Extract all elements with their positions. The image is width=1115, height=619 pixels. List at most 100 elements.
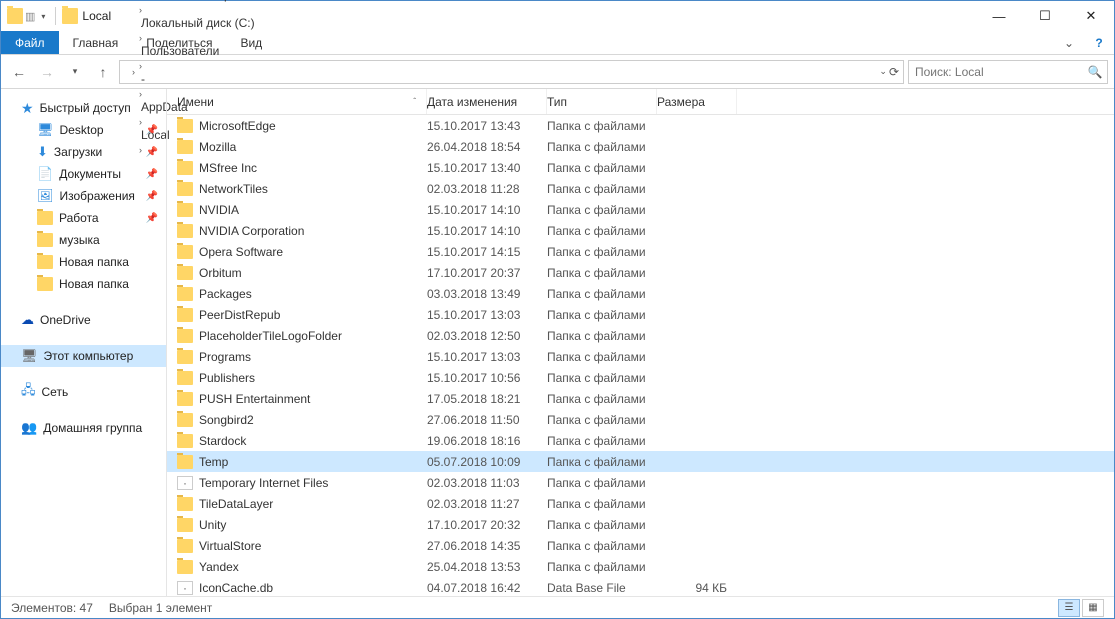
file-icon: ·: [177, 476, 193, 490]
breadcrumb-item[interactable]: -: [137, 72, 259, 86]
table-row[interactable]: Yandex25.04.2018 13:53Папка с файлами: [167, 556, 1114, 577]
breadcrumb-item[interactable]: Этот компьютер: [137, 0, 259, 2]
table-row[interactable]: ·Temporary Internet Files02.03.2018 11:0…: [167, 472, 1114, 493]
nav-up-button[interactable]: ↑: [91, 60, 115, 84]
minimize-button[interactable]: —: [976, 1, 1022, 31]
view-icons-button[interactable]: ▦: [1082, 599, 1104, 617]
sidebar-item[interactable]: 🖼Изображения📌: [1, 185, 166, 207]
rows-container: MicrosoftEdge15.10.2017 13:43Папка с фай…: [167, 115, 1114, 596]
sidebar-item[interactable]: Работа📌: [1, 207, 166, 229]
sidebar-quick-access[interactable]: ★ Быстрый доступ: [1, 97, 166, 119]
table-row[interactable]: ·IconCache.db04.07.2018 16:42Data Base F…: [167, 577, 1114, 596]
search-input[interactable]: [909, 65, 1083, 79]
sidebar-item[interactable]: 🖥Desktop📌: [1, 119, 166, 141]
pin-icon: 📌: [146, 191, 158, 202]
chevron-right-icon[interactable]: ›: [130, 67, 137, 77]
col-type-header[interactable]: Тип: [547, 89, 657, 114]
table-row[interactable]: MSfree Inc15.10.2017 13:40Папка с файлам…: [167, 157, 1114, 178]
table-row[interactable]: VirtualStore27.06.2018 14:35Папка с файл…: [167, 535, 1114, 556]
nav-forward-button[interactable]: →: [35, 60, 59, 84]
folder-icon: [37, 255, 53, 269]
col-name-header[interactable]: Имени ˆ: [167, 89, 427, 114]
table-row[interactable]: Publishers15.10.2017 10:56Папка с файлам…: [167, 367, 1114, 388]
pin-icon: 📌: [146, 169, 158, 180]
table-row[interactable]: Unity17.10.2017 20:32Папка с файлами: [167, 514, 1114, 535]
table-row[interactable]: Packages03.03.2018 13:49Папка с файлами: [167, 283, 1114, 304]
col-date-header[interactable]: Дата изменения: [427, 89, 547, 114]
file-type: Папка с файлами: [547, 140, 657, 154]
file-name: Unity: [199, 518, 226, 532]
star-icon: ★: [21, 100, 34, 117]
search-icon[interactable]: 🔍: [1083, 65, 1107, 79]
file-name: NetworkTiles: [199, 182, 268, 196]
table-row[interactable]: TileDataLayer02.03.2018 11:27Папка с фай…: [167, 493, 1114, 514]
folder-icon: [177, 329, 193, 343]
folder-icon: [177, 518, 193, 532]
titlebar-divider: [55, 7, 56, 25]
file-date: 25.04.2018 13:53: [427, 560, 547, 574]
table-row[interactable]: NetworkTiles02.03.2018 11:28Папка с файл…: [167, 178, 1114, 199]
chevron-right-icon[interactable]: ›: [137, 61, 144, 71]
col-size-header[interactable]: Размера: [657, 89, 737, 114]
sidebar-item[interactable]: Новая папка: [1, 251, 166, 273]
file-name: PUSH Entertainment: [199, 392, 310, 406]
file-date: 15.10.2017 13:40: [427, 161, 547, 175]
file-name: Mozilla: [199, 140, 236, 154]
address-bar[interactable]: › Этот компьютер›Локальный диск (C:)›Пол…: [119, 60, 904, 84]
view-details-button[interactable]: ☰: [1058, 599, 1080, 617]
table-row[interactable]: NVIDIA15.10.2017 14:10Папка с файлами: [167, 199, 1114, 220]
folder-icon: [177, 371, 193, 385]
chevron-right-icon[interactable]: ›: [137, 33, 144, 43]
nav-back-button[interactable]: ←: [7, 60, 31, 84]
table-row[interactable]: PeerDistRepub15.10.2017 13:03Папка с фай…: [167, 304, 1114, 325]
table-row[interactable]: Temp05.07.2018 10:09Папка с файлами: [167, 451, 1114, 472]
table-row[interactable]: Mozilla26.04.2018 18:54Папка с файлами: [167, 136, 1114, 157]
crumb-icon[interactable]: [122, 61, 130, 83]
close-button[interactable]: ✕: [1068, 1, 1114, 31]
ribbon-toggle-icon[interactable]: ⌄: [1054, 31, 1084, 54]
sidebar-this-pc[interactable]: 🖥 Этот компьютер: [1, 345, 166, 367]
file-name: IconCache.db: [199, 581, 273, 595]
table-row[interactable]: Stardock19.06.2018 18:16Папка с файлами: [167, 430, 1114, 451]
table-row[interactable]: Orbitum17.10.2017 20:37Папка с файлами: [167, 262, 1114, 283]
help-icon[interactable]: ?: [1084, 31, 1114, 54]
table-row[interactable]: Opera Software15.10.2017 14:15Папка с фа…: [167, 241, 1114, 262]
pin-icon: 📌: [146, 125, 158, 136]
chevron-right-icon[interactable]: ›: [137, 5, 144, 15]
sidebar-item[interactable]: ⬇Загрузки📌: [1, 141, 166, 163]
tab-file[interactable]: Файл: [1, 31, 59, 54]
nav-recent-button[interactable]: ▾: [63, 60, 87, 84]
addr-dropdown-icon[interactable]: ⌄: [879, 66, 887, 77]
folder-icon: [177, 119, 193, 133]
file-size: 94 КБ: [657, 581, 737, 595]
sidebar-item[interactable]: музыка: [1, 229, 166, 251]
breadcrumb-item[interactable]: Пользователи: [137, 44, 259, 58]
sidebar-item[interactable]: 📄Документы📌: [1, 163, 166, 185]
sidebar-item-label: Desktop: [60, 123, 104, 137]
table-row[interactable]: MicrosoftEdge15.10.2017 13:43Папка с фай…: [167, 115, 1114, 136]
file-name: VirtualStore: [199, 539, 261, 553]
qat-dropdown-icon[interactable]: ▾: [41, 12, 45, 21]
qat-item-icon[interactable]: ▥: [25, 10, 35, 23]
file-date: 04.07.2018 16:42: [427, 581, 547, 595]
table-row[interactable]: Songbird227.06.2018 11:50Папка с файлами: [167, 409, 1114, 430]
search-box[interactable]: 🔍: [908, 60, 1108, 84]
breadcrumb-item[interactable]: Локальный диск (C:): [137, 16, 259, 30]
status-bar: Элементов: 47 Выбран 1 элемент ☰ ▦: [1, 596, 1114, 618]
file-date: 03.03.2018 13:49: [427, 287, 547, 301]
folder-icon: [177, 182, 193, 196]
table-row[interactable]: PUSH Entertainment17.05.2018 18:21Папка …: [167, 388, 1114, 409]
sidebar-network[interactable]: 🖧 Сеть: [1, 381, 166, 403]
sidebar-homegroup[interactable]: 👥 Домашняя группа: [1, 417, 166, 439]
sidebar-item[interactable]: Новая папка: [1, 273, 166, 295]
file-type: Папка с файлами: [547, 329, 657, 343]
table-row[interactable]: NVIDIA Corporation15.10.2017 14:10Папка …: [167, 220, 1114, 241]
maximize-button[interactable]: ☐: [1022, 1, 1068, 31]
tab-home[interactable]: Главная: [59, 31, 133, 54]
sidebar-onedrive[interactable]: ☁ OneDrive: [1, 309, 166, 331]
table-row[interactable]: Programs15.10.2017 13:03Папка с файлами: [167, 346, 1114, 367]
app-folder-icon: [7, 8, 23, 24]
refresh-icon[interactable]: ⟳: [889, 65, 899, 79]
window-title: Local: [82, 9, 111, 23]
table-row[interactable]: PlaceholderTileLogoFolder02.03.2018 12:5…: [167, 325, 1114, 346]
